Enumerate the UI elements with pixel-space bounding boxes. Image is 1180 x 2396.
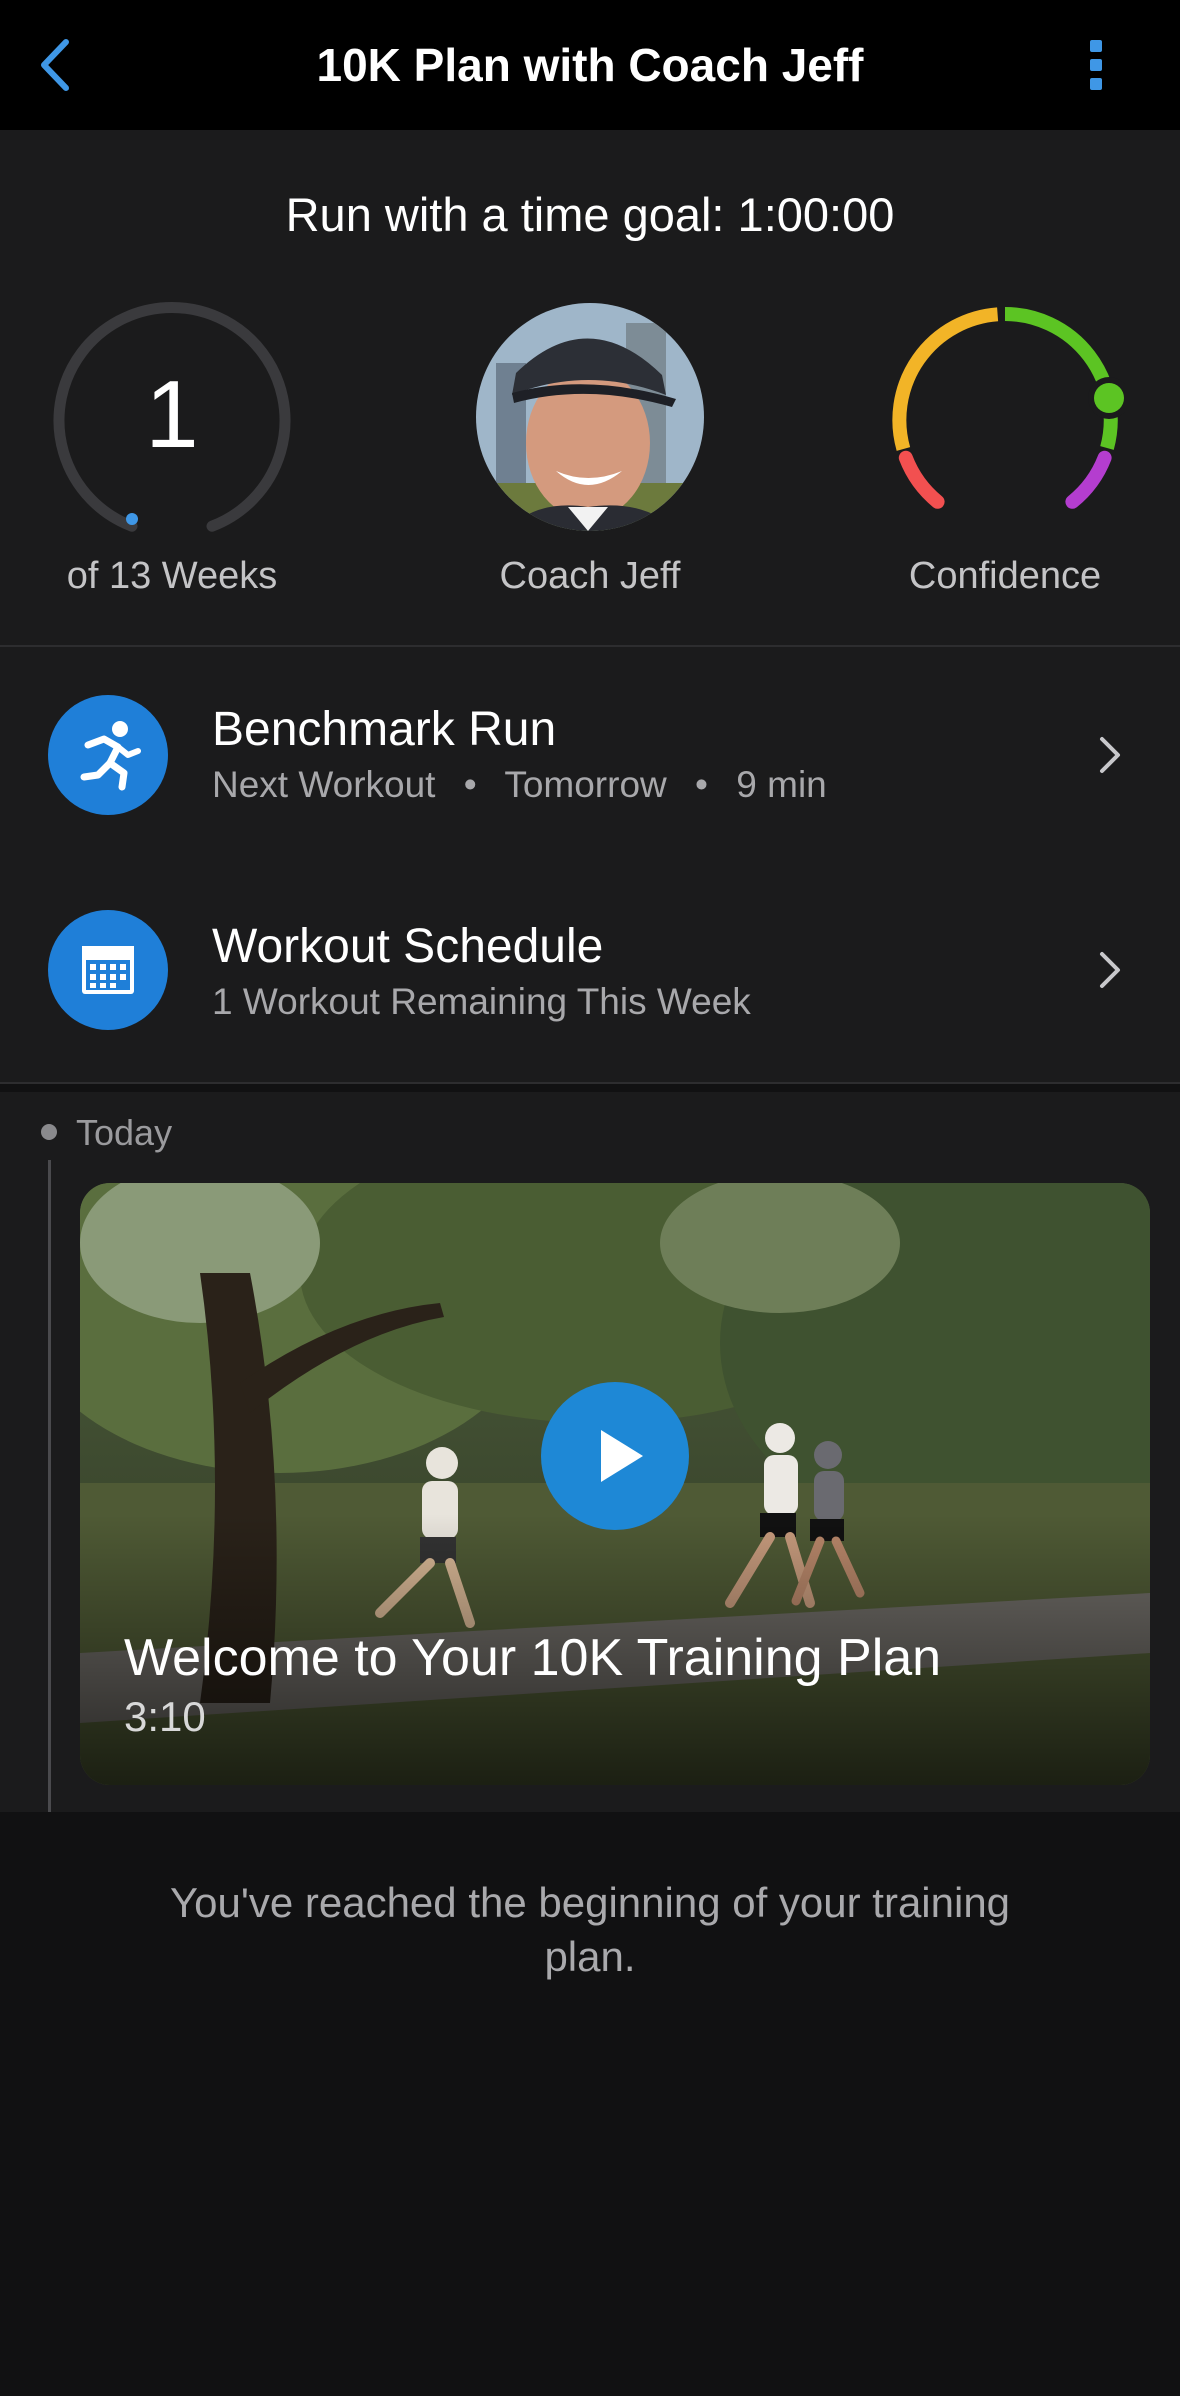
video-duration: 3:10: [124, 1693, 206, 1740]
feed-date-label: Today: [76, 1112, 173, 1153]
video-title: Welcome to Your 10K Training Plan: [124, 1629, 942, 1687]
workout-subtitle: Next Workout • Tomorrow • 9 min: [212, 762, 827, 808]
play-icon: [601, 1430, 643, 1482]
running-person-icon: [48, 695, 168, 815]
goal-text: Run with a time goal: 1:00:00: [285, 188, 895, 241]
confidence-label: Confidence: [908, 555, 1102, 597]
end-of-plan-message: You've reached the beginning of your tra…: [169, 1879, 1011, 1980]
timeline-line: [48, 1160, 51, 1812]
schedule-subtitle: 1 Workout Remaining This Week: [212, 981, 751, 1022]
workout-sub-duration: 9 min: [736, 764, 827, 805]
coach-avatar[interactable]: [476, 303, 704, 531]
workout-schedule-row[interactable]: Workout Schedule 1 Workout Remaining Thi…: [0, 872, 1180, 1072]
timeline-dot: [41, 1124, 57, 1140]
separator-dot: •: [463, 764, 477, 805]
next-workout-row[interactable]: Benchmark Run Next Workout • Tomorrow • …: [0, 655, 1180, 855]
workout-sub-next: Next Workout: [212, 764, 436, 805]
workout-sub-when: Tomorrow: [504, 764, 667, 805]
workout-title: Benchmark Run: [212, 703, 557, 756]
schedule-title: Workout Schedule: [212, 920, 604, 973]
separator-dot: •: [695, 764, 708, 805]
confidence-gauge[interactable]: [885, 300, 1125, 540]
play-button[interactable]: [541, 1382, 689, 1530]
coach-photo: [476, 303, 704, 531]
weeks-label: of 13 Weeks: [66, 555, 278, 597]
chevron-right-icon: [1090, 940, 1130, 1000]
coach-label: Coach Jeff: [499, 555, 681, 597]
chevron-right-icon: [1090, 725, 1130, 785]
current-week-number: 1: [145, 361, 199, 468]
calendar-icon: [48, 910, 168, 1030]
page-title: 10K Plan with Coach Jeff: [316, 39, 864, 91]
more-options-button[interactable]: [1070, 34, 1120, 94]
